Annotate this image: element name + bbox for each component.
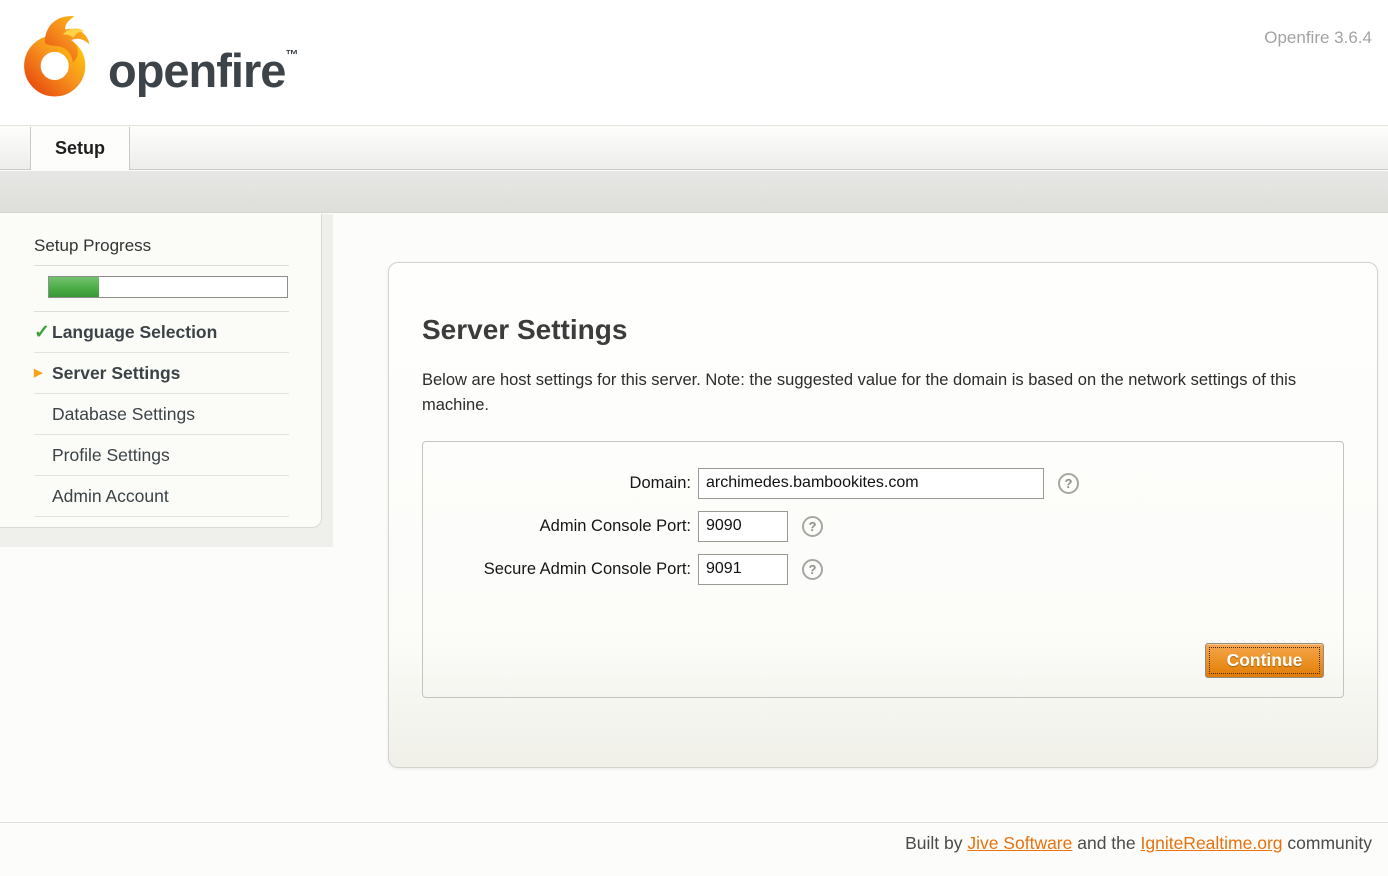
flame-logo-icon: [20, 8, 96, 104]
step-label: Admin Account: [52, 486, 169, 507]
progress-track: [48, 276, 288, 298]
trademark-symbol: ™: [285, 47, 298, 62]
admin-console-port-input[interactable]: [698, 511, 788, 542]
version-label: Openfire 3.6.4: [1264, 28, 1372, 48]
footer-prefix: Built by: [905, 833, 967, 853]
igniterealtime-link[interactable]: IgniteRealtime.org: [1141, 833, 1283, 853]
step-label: Server Settings: [52, 363, 180, 384]
tab-bar: Setup: [0, 127, 1388, 170]
step-admin-account: Admin Account: [34, 476, 289, 517]
logo-wordmark: openfire™: [108, 43, 298, 98]
footer-divider: [0, 822, 1388, 823]
domain-row: Domain: ?: [423, 468, 1343, 499]
footer-suffix: community: [1283, 833, 1372, 853]
setup-steps-list: ✓ Language Selection ▶ Server Settings D…: [34, 312, 289, 517]
step-database-settings: Database Settings: [34, 394, 289, 435]
tab-setup[interactable]: Setup: [30, 127, 130, 170]
step-server-settings: ▶ Server Settings: [34, 353, 289, 394]
secure-admin-console-port-help-icon[interactable]: ?: [802, 559, 823, 580]
domain-help-icon[interactable]: ?: [1058, 473, 1079, 494]
openfire-logo: openfire™: [20, 8, 298, 104]
admin-console-port-row: Admin Console Port: ?: [423, 511, 1343, 542]
sidebar-title: Setup Progress: [34, 236, 289, 266]
sub-toolbar: [0, 171, 1388, 213]
domain-label: Domain:: [423, 474, 698, 493]
page-description: Below are host settings for this server.…: [422, 368, 1302, 418]
secure-admin-console-port-input[interactable]: [698, 554, 788, 585]
setup-progress-sidebar: Setup Progress ✓ Language Selection ▶ Se…: [0, 214, 322, 528]
domain-input[interactable]: [698, 468, 1044, 499]
step-label: Profile Settings: [52, 445, 170, 466]
progress-bar: [34, 266, 289, 312]
step-label: Language Selection: [52, 322, 217, 343]
secure-admin-console-port-row: Secure Admin Console Port: ?: [423, 554, 1343, 585]
step-language-selection: ✓ Language Selection: [34, 312, 289, 353]
header: openfire™ Openfire 3.6.4: [0, 0, 1388, 126]
page-title: Server Settings: [422, 314, 1344, 346]
continue-button[interactable]: Continue: [1205, 643, 1324, 678]
admin-console-port-label: Admin Console Port:: [423, 517, 698, 536]
progress-fill: [49, 277, 99, 297]
footer-credits: Built by Jive Software and the IgniteRea…: [905, 833, 1372, 854]
jive-software-link[interactable]: Jive Software: [967, 833, 1072, 853]
admin-console-port-help-icon[interactable]: ?: [802, 516, 823, 537]
check-icon: ✓: [34, 323, 50, 342]
footer-middle: and the: [1072, 833, 1140, 853]
server-settings-panel: Server Settings Below are host settings …: [388, 262, 1378, 768]
step-label: Database Settings: [52, 404, 195, 425]
secure-admin-console-port-label: Secure Admin Console Port:: [423, 560, 698, 579]
current-step-arrow-icon: ▶: [34, 368, 42, 379]
server-settings-form: Domain: ? Admin Console Port: ? Secure A…: [422, 441, 1344, 698]
step-profile-settings: Profile Settings: [34, 435, 289, 476]
